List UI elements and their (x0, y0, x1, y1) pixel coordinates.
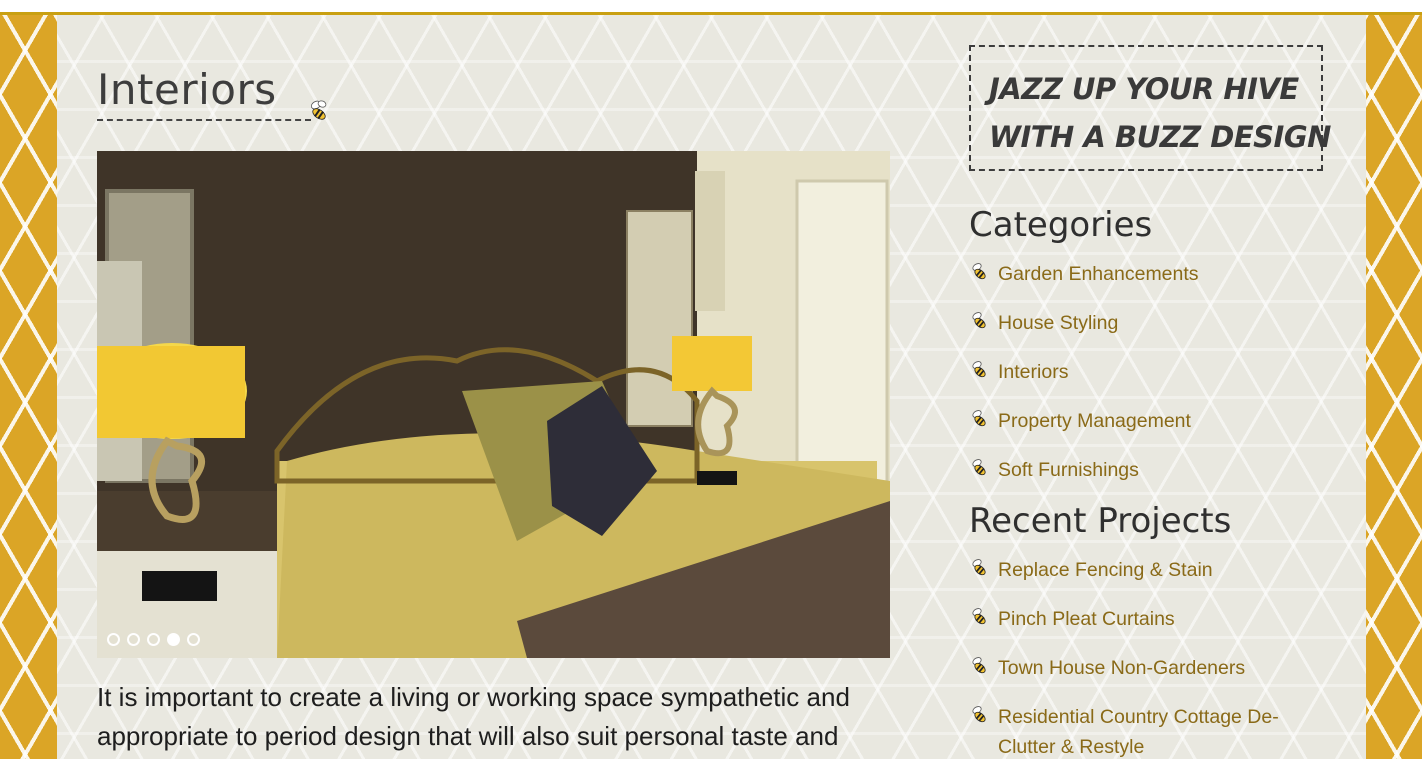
bee-icon (972, 312, 986, 329)
category-link-soft-furnishings[interactable]: Soft Furnishings (998, 459, 1139, 481)
bee-icon (972, 263, 986, 280)
page-title: Interiors (97, 65, 277, 114)
categories-heading: Categories (969, 205, 1153, 245)
slide-dot[interactable] (127, 633, 140, 646)
slide-dot[interactable] (187, 633, 200, 646)
list-item: Interiors (969, 357, 1309, 387)
top-border (0, 0, 1422, 15)
slide-image (97, 151, 890, 658)
slider-pagination (107, 633, 200, 646)
content-panel: Interiors It is important to create a li… (57, 15, 1366, 759)
category-link-interiors[interactable]: Interiors (998, 361, 1068, 383)
promo-line-1: JAZZ UP YOUR HIVE (989, 72, 1299, 106)
bee-icon (972, 410, 986, 427)
project-link-replace-fencing[interactable]: Replace Fencing & Stain (998, 559, 1213, 581)
bee-icon (972, 706, 986, 723)
list-item: Garden Enhancements (969, 259, 1309, 289)
promo-banner[interactable]: JAZZ UP YOUR HIVE WITH A BUZZ DESIGN (969, 45, 1331, 171)
list-item: House Styling (969, 308, 1309, 338)
bee-icon (972, 361, 986, 378)
recent-projects-list: Replace Fencing & Stain Pinch Pleat Curt… (969, 555, 1309, 759)
list-item: Residential Country Cottage De-Clutter &… (969, 702, 1309, 759)
project-link-country-cottage[interactable]: Residential Country Cottage De-Clutter &… (998, 706, 1279, 758)
list-item: Soft Furnishings (969, 455, 1309, 485)
bee-icon (310, 100, 327, 120)
slide-dot[interactable] (147, 633, 160, 646)
categories-list: Garden Enhancements House Styling Interi… (969, 259, 1309, 504)
list-item: Town House Non-Gardeners (969, 653, 1309, 683)
list-item: Pinch Pleat Curtains (969, 604, 1309, 634)
category-link-house-styling[interactable]: House Styling (998, 312, 1118, 334)
category-link-property-management[interactable]: Property Management (998, 410, 1191, 432)
project-link-town-house[interactable]: Town House Non-Gardeners (998, 657, 1245, 679)
category-link-garden-enhancements[interactable]: Garden Enhancements (998, 263, 1199, 285)
bee-icon (972, 608, 986, 625)
list-item: Property Management (969, 406, 1309, 436)
bee-icon (972, 657, 986, 674)
image-slider[interactable] (97, 151, 890, 658)
bee-icon (972, 559, 986, 576)
title-underline (97, 119, 311, 121)
recent-projects-heading: Recent Projects (969, 501, 1232, 541)
slide-dot-active[interactable] (167, 633, 180, 646)
bee-icon (972, 459, 986, 476)
project-link-pinch-pleat-curtains[interactable]: Pinch Pleat Curtains (998, 608, 1175, 630)
promo-line-2: WITH A BUZZ DESIGN (989, 120, 1331, 154)
intro-text: It is important to create a living or wo… (97, 682, 850, 751)
list-item: Replace Fencing & Stain (969, 555, 1309, 585)
slide-dot[interactable] (107, 633, 120, 646)
